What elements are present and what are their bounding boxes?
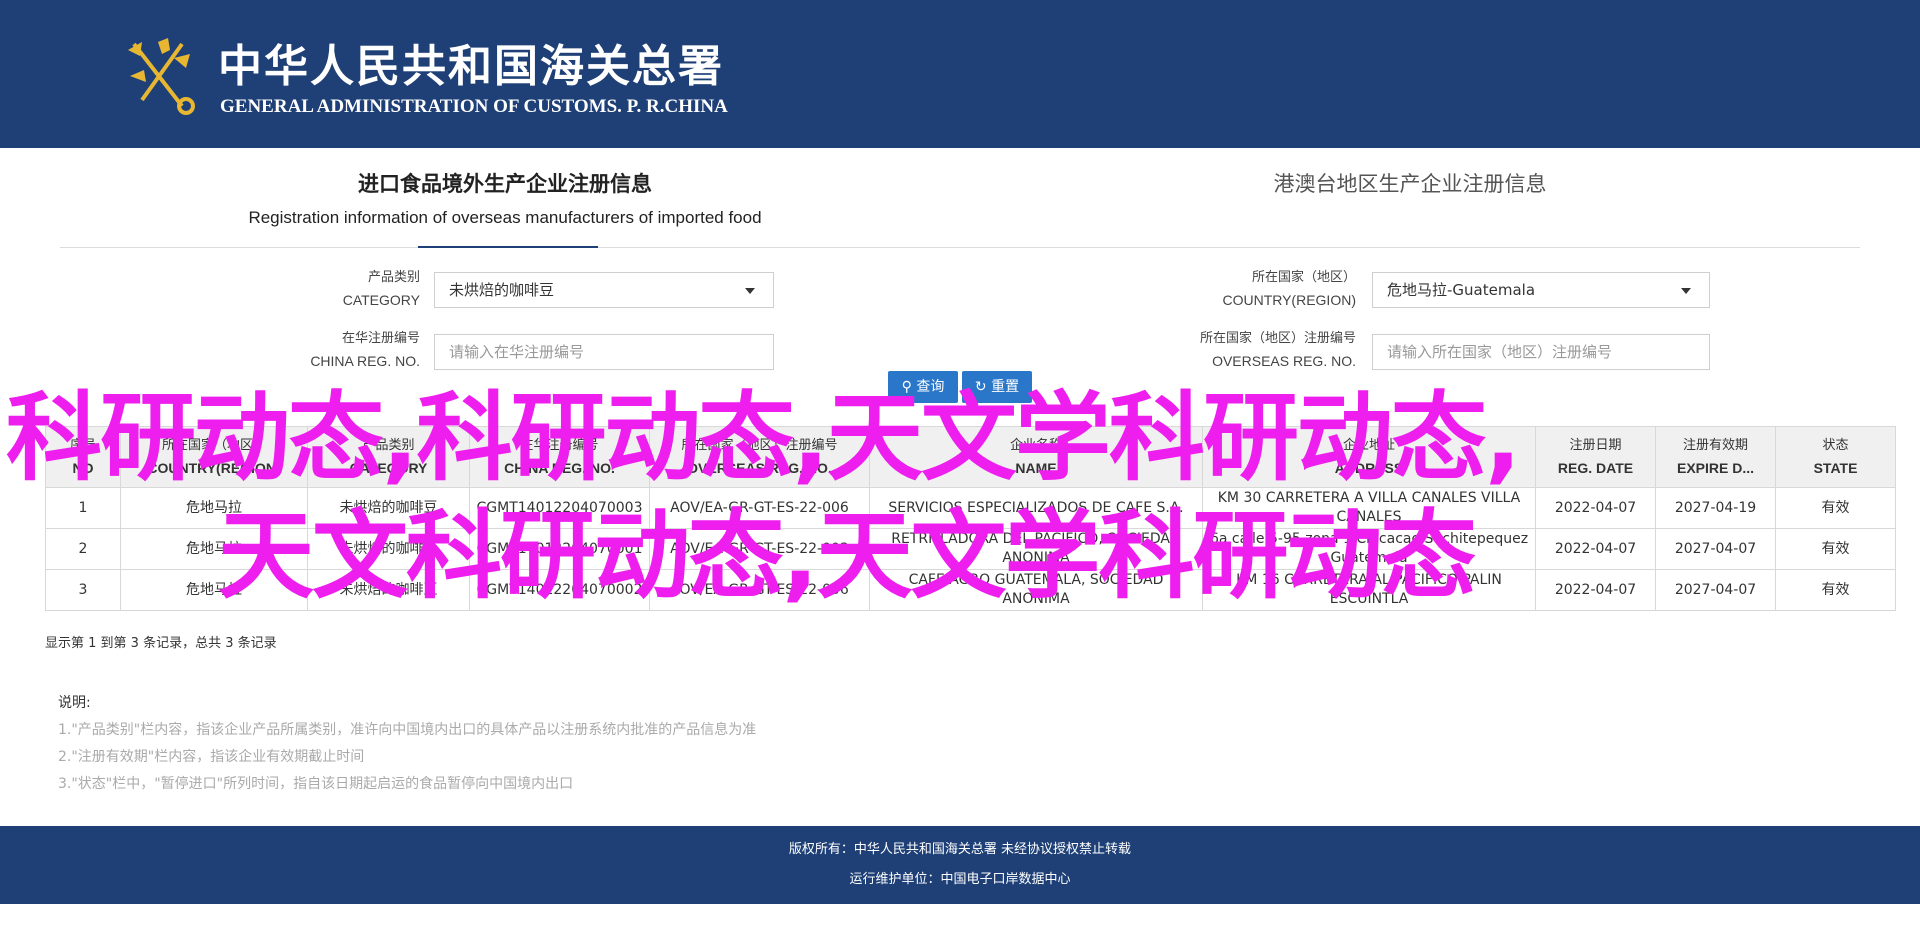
col-header-overseas-reg[interactable]: 所在国家（地区）注册编号 OVERSEAS REG. NO. — [649, 426, 870, 488]
cell-country: 危地马拉 — [120, 528, 308, 570]
cell-address: KM 30 CARRETERA A VILLA CANALES VILLA CA… — [1202, 487, 1536, 529]
cell-no: 2 — [45, 528, 121, 570]
china-reg-label: 在华注册编号 CHINA REG. NO. — [310, 331, 420, 369]
cell-address: 6a calle 5-95 zona 1 Chicacao Suchitepeq… — [1202, 528, 1536, 570]
country-select[interactable]: 危地马拉-Guatemala — [1372, 272, 1710, 308]
tab-overseas-title-en: Registration information of overseas man… — [248, 208, 762, 227]
cell-expire-date: 2027-04-07 — [1655, 528, 1776, 570]
site-footer: 版权所有：中华人民共和国海关总署 未经协议授权禁止转载 运行维护单位：中国电子口… — [0, 826, 1920, 904]
cell-overseas-reg: AOV/EA-GR-GT-ES-22-006 — [649, 487, 870, 529]
active-tab-indicator — [418, 246, 598, 248]
category-label: 产品类别 CATEGORY — [342, 270, 420, 308]
tab-hk-macao-taiwan[interactable]: 港澳台地区生产企业注册信息 — [1200, 168, 1620, 198]
country-label: 所在国家（地区） COUNTRY(REGION) — [1222, 270, 1356, 308]
notes-section: 说明: 1."产品类别"栏内容，指该企业产品所属类别，准许向中国境内出口的具体产… — [58, 690, 756, 798]
notes-title: 说明: — [58, 695, 91, 711]
footer-copyright: 版权所有：中华人民共和国海关总署 未经协议授权禁止转载 — [788, 842, 1132, 857]
category-select-value: 未烘焙的咖啡豆 — [449, 281, 555, 299]
cell-china-reg: CGMT14012204070003 — [469, 487, 650, 529]
search-icon: ⚲ — [901, 379, 912, 395]
pagination-summary: 显示第 1 到第 3 条记录，总共 3 条记录 — [45, 636, 277, 651]
chevron-down-icon — [1681, 288, 1691, 294]
cell-overseas-reg: AOV/EA-GR-GT-ES-22-003 — [649, 528, 870, 570]
col-header-category[interactable]: 产品类别 CATEGORY — [307, 426, 470, 488]
site-title-en: GENERAL ADMINISTRATION OF CUSTOMS. P. R.… — [220, 96, 728, 117]
cell-reg-date: 2022-04-07 — [1535, 569, 1656, 611]
cell-category: 未烘焙的咖啡豆 — [307, 569, 470, 611]
cell-country: 危地马拉 — [120, 569, 308, 611]
cell-state: 有效 — [1775, 487, 1896, 529]
cell-country: 危地马拉 — [120, 487, 308, 529]
col-header-state[interactable]: 状态 STATE — [1775, 426, 1896, 488]
chevron-down-icon — [745, 288, 755, 294]
table-header-row: 序号 NO 所在国家（地区） COUNTRY(REGION) 产品类别 CATEGOR… — [45, 426, 1896, 488]
cell-name: CAFE AGRO GUATEMALA, SOCIEDAD ANONIMA — [869, 569, 1203, 611]
tab-divider — [60, 247, 1860, 248]
cell-name: RETRILLADORA DEL PACIFICO, SOCIEDAD ANON… — [869, 528, 1203, 570]
cell-overseas-reg: AOV/EA-GR-GT-ES-22-006 — [649, 569, 870, 611]
cell-expire-date: 2027-04-19 — [1655, 487, 1776, 529]
cell-name: SERVICIOS ESPECIALIZADOS DE CAFE S.A. — [869, 487, 1203, 529]
cell-category: 未烘焙的咖啡豆 — [307, 528, 470, 570]
tab-overseas-registration[interactable]: 进口食品境外生产企业注册信息 Registration information … — [240, 168, 770, 228]
cell-expire-date: 2027-04-07 — [1655, 569, 1776, 611]
reset-button[interactable]: ↻ 重置 — [962, 371, 1032, 403]
search-button-label: 查询 — [916, 379, 945, 395]
cell-address: KM 16 CARRETERA AL PACIFICO PALIN ESCUIN… — [1202, 569, 1536, 611]
overseas-reg-label: 所在国家（地区）注册编号 OVERSEAS REG. NO. — [1199, 331, 1356, 369]
table-row[interactable]: 3 危地马拉 未烘焙的咖啡豆 CGMT14012204070002 AOV/EA… — [45, 569, 1896, 611]
reset-button-label: 重置 — [991, 379, 1020, 395]
note-item: 2."注册有效期"栏内容，指该企业有效期截止时间 — [58, 749, 365, 765]
cell-state: 有效 — [1775, 569, 1896, 611]
table-row[interactable]: 1 危地马拉 未烘焙的咖啡豆 CGMT14012204070003 AOV/EA… — [45, 487, 1896, 529]
refresh-icon: ↻ — [974, 379, 987, 395]
country-select-value: 危地马拉-Guatemala — [1387, 281, 1536, 299]
cell-no: 3 — [45, 569, 121, 611]
customs-emblem-icon — [128, 38, 195, 115]
cell-state: 有效 — [1775, 528, 1896, 570]
col-header-reg-date[interactable]: 注册日期 REG. DATE — [1535, 426, 1656, 488]
cell-reg-date: 2022-04-07 — [1535, 487, 1656, 529]
col-header-address[interactable]: 企业地址 ADDRESS — [1202, 426, 1536, 488]
search-button[interactable]: ⚲ 查询 — [888, 371, 958, 403]
col-header-china-reg[interactable]: 在华注册编号 CHINA REG. NO. — [469, 426, 650, 488]
col-header-expire-date[interactable]: 注册有效期 EXPIRE D... — [1655, 426, 1776, 488]
results-table: 序号 NO 所在国家（地区） COUNTRY(REGION) 产品类别 CATEGOR… — [45, 426, 1896, 611]
category-select[interactable]: 未烘焙的咖啡豆 — [434, 272, 774, 308]
col-header-country[interactable]: 所在国家（地区） COUNTRY(REGION) — [120, 426, 308, 488]
col-header-name[interactable]: 企业名称 NAME — [869, 426, 1203, 488]
cell-no: 1 — [45, 487, 121, 529]
note-item: 3."状态"栏中，"暂停进口"所列时间，指自该日期起启运的食品暂停向中国境内出口 — [58, 776, 574, 792]
tab-overseas-title-cn: 进口食品境外生产企业注册信息 — [358, 171, 652, 196]
cell-china-reg: CGMT14012204070002 — [469, 569, 650, 611]
site-header: 中华人民共和国海关总署 GENERAL ADMINISTRATION OF CU… — [0, 0, 1920, 148]
overseas-reg-input[interactable]: 请输入所在国家（地区）注册编号 — [1372, 334, 1710, 370]
site-title-cn: 中华人民共和国海关总署 — [218, 41, 724, 92]
cell-category: 未烘焙的咖啡豆 — [307, 487, 470, 529]
cell-china-reg: CGMT14012204070001 — [469, 528, 650, 570]
col-header-no[interactable]: 序号 NO — [45, 426, 121, 488]
cell-reg-date: 2022-04-07 — [1535, 528, 1656, 570]
footer-maintainer: 运行维护单位：中国电子口岸数据中心 — [849, 872, 1071, 887]
note-item: 1."产品类别"栏内容，指该企业产品所属类别，准许向中国境内出口的具体产品以注册… — [58, 722, 757, 738]
table-row[interactable]: 2 危地马拉 未烘焙的咖啡豆 CGMT14012204070001 AOV/EA… — [45, 528, 1896, 570]
china-reg-input[interactable]: 请输入在华注册编号 — [434, 334, 774, 370]
